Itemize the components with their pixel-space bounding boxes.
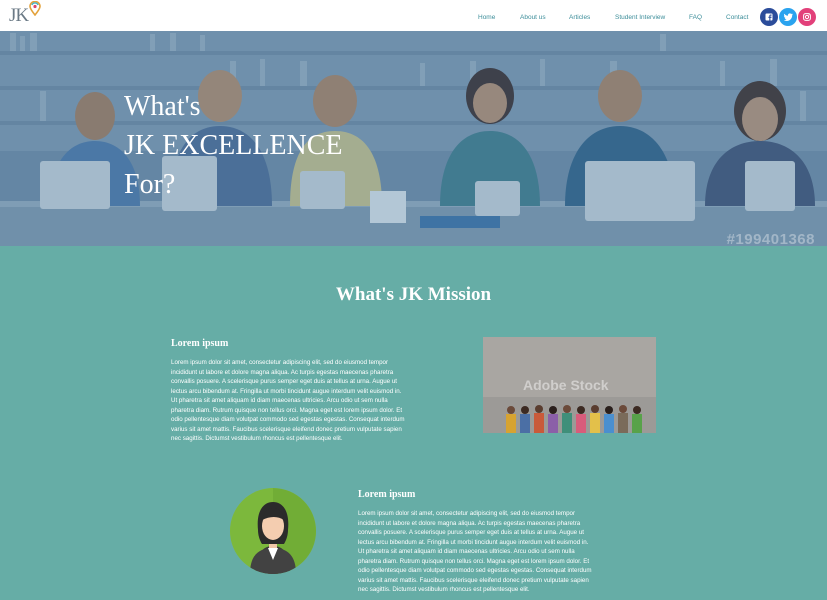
nav-about-us[interactable]: About us bbox=[520, 14, 546, 21]
hero-title-line3: For? bbox=[124, 169, 176, 200]
nav-faq[interactable]: FAQ bbox=[689, 14, 702, 21]
hero-title-line1: What's bbox=[124, 91, 201, 122]
hero-watermark: #199401368 bbox=[726, 231, 815, 246]
mission-title: What's JK Mission bbox=[335, 284, 492, 305]
block2-text: Lorem ipsum dolor sit amet, consectetur … bbox=[358, 510, 592, 593]
logo-text: JK bbox=[9, 5, 29, 26]
hero-banner: What's JK EXCELLENCE For? #199401368 bbox=[0, 31, 827, 246]
site-logo[interactable]: JK bbox=[9, 0, 41, 27]
students-stock-photo: Adobe Stock bbox=[483, 337, 656, 433]
instagram-icon[interactable] bbox=[798, 8, 816, 26]
site-header: JK Home About us Articles Student Interv… bbox=[0, 0, 827, 31]
nav-student-interview[interactable]: Student Interview bbox=[615, 14, 665, 21]
twitter-icon[interactable] bbox=[779, 8, 797, 26]
nav-home[interactable]: Home bbox=[478, 14, 495, 21]
nav-articles[interactable]: Articles bbox=[569, 14, 590, 21]
block1-heading: Lorem ipsum bbox=[171, 338, 229, 349]
hero-title: What's JK EXCELLENCE For? bbox=[124, 87, 343, 204]
stock-watermark: Adobe Stock bbox=[523, 377, 609, 393]
location-pin-icon bbox=[29, 0, 41, 21]
avatar bbox=[230, 488, 316, 574]
nav-contact[interactable]: Contact bbox=[726, 14, 748, 21]
block1-text: Lorem ipsum dolor sit amet, consectetur … bbox=[171, 359, 405, 442]
block2-heading: Lorem ipsum bbox=[358, 489, 416, 500]
facebook-icon[interactable] bbox=[760, 8, 778, 26]
hero-title-line2: JK EXCELLENCE bbox=[124, 130, 343, 161]
